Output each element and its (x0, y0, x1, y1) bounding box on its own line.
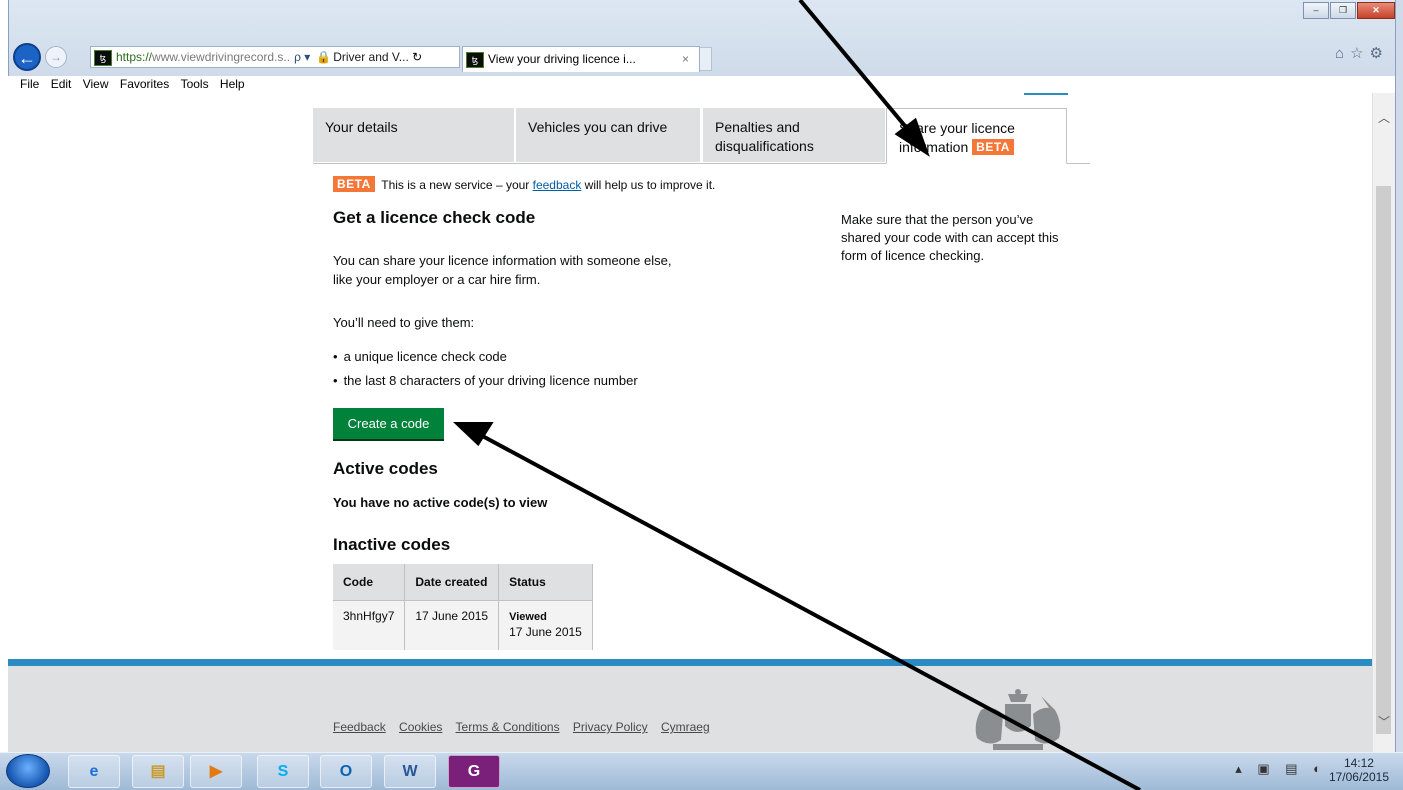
tab-share-licence[interactable]: Share your licence information BETA (886, 108, 1067, 164)
browser-chrome: ← → ꜩ https://www.viewdrivingrecord.s.. ρ … (8, 0, 1403, 93)
footer-link-cymraeg[interactable]: Cymraeg (661, 720, 710, 734)
intro-text: You can share your licence information w… (333, 253, 672, 287)
column-header-status: Status (498, 564, 593, 601)
cell-code: 3hnHfgy7 (333, 600, 406, 650)
tab-penalties[interactable]: Penalties and disqualifications (703, 108, 885, 162)
footer-link-privacy[interactable]: Privacy Policy (573, 720, 648, 734)
menu-bar: File Edit View Favorites Tools Help (8, 76, 1403, 93)
inactive-codes-table: Code Date created Status 3hnHfgy7 17 Jun… (333, 564, 593, 650)
tab-label: Vehicles you can drive (528, 119, 668, 135)
column-header-date: Date created (404, 564, 500, 601)
lock-icon[interactable]: 🔒 (316, 50, 331, 64)
column-header-code: Code (333, 564, 406, 601)
scrollbar-thumb[interactable] (1376, 186, 1391, 734)
address-host: www.viewdrivingrecord.s.. (152, 50, 291, 64)
tray-icons[interactable]: ▴ ▣ ▤ ◐ (1235, 762, 1327, 776)
need-to-give-text: You’ll need to give them: (333, 315, 475, 330)
window-controls: – ❐ ✕ (1302, 2, 1395, 19)
refresh-icon[interactable]: ↻ (412, 50, 422, 64)
address-bar[interactable]: ꜩ https://www.viewdrivingrecord.s.. ρ ▾ 🔒 Dr… (90, 46, 460, 68)
phase-banner: BETA This is a new service – your feedba… (333, 176, 715, 192)
sidebar-note: Make sure that the person you’ve shared … (841, 212, 1059, 263)
list-item: the last 8 characters of your driving li… (333, 369, 638, 393)
forward-button[interactable]: → (45, 46, 67, 68)
window-border (1395, 0, 1403, 752)
phase-text-before: This is a new service – your (381, 178, 533, 192)
word-icon[interactable]: W (384, 755, 436, 788)
vertical-scrollbar[interactable]: ︿ ﹀ (1372, 93, 1395, 752)
back-button[interactable]: ← (13, 43, 41, 71)
scroll-down-icon[interactable]: ﹀ (1378, 713, 1390, 730)
footer-link-feedback[interactable]: Feedback (333, 720, 386, 734)
top-link-underline (1024, 93, 1068, 95)
licence-tabs: Your details Vehicles you can drive Pena… (313, 108, 1090, 164)
new-tab-button[interactable] (700, 47, 712, 71)
create-code-button[interactable]: Create a code (333, 408, 444, 439)
scroll-up-icon[interactable]: ︿ (1378, 109, 1390, 126)
home-favorites-settings-icons[interactable]: ⌂☆⚙ (1335, 44, 1389, 62)
pdf-icon[interactable]: G (448, 755, 500, 788)
clock-date[interactable]: 17/06/2015 (1329, 770, 1389, 784)
menu-favorites[interactable]: Favorites (120, 77, 169, 91)
page-title: Get a licence check code (333, 208, 536, 227)
menu-tools[interactable]: Tools (181, 77, 209, 91)
tab-title: View your driving licence i... (488, 52, 636, 66)
footer-link-terms[interactable]: Terms & Conditions (456, 720, 560, 734)
restore-button[interactable]: ❐ (1330, 2, 1356, 19)
status-label: Viewed (509, 611, 547, 623)
footer-link-cookies[interactable]: Cookies (399, 720, 442, 734)
menu-help[interactable]: Help (220, 77, 245, 91)
tab-label: Your details (325, 119, 398, 135)
internet-explorer-icon[interactable]: e (68, 755, 120, 788)
cell-status: Viewed 17 June 2015 (498, 600, 593, 650)
media-player-icon[interactable]: ▶ (190, 755, 242, 788)
footer-top-border (8, 659, 1372, 666)
list-item: a unique licence check code (333, 345, 638, 369)
skype-icon[interactable]: S (257, 755, 309, 788)
phase-tag: BETA (333, 176, 375, 192)
site-identity[interactable]: Driver and V... (333, 50, 409, 64)
close-window-button[interactable]: ✕ (1357, 2, 1395, 19)
tab-your-details[interactable]: Your details (313, 108, 514, 162)
clock-time[interactable]: 14:12 (1329, 756, 1389, 770)
site-favicon-icon: ꜩ (94, 49, 112, 66)
inactive-codes-heading: Inactive codes (333, 535, 451, 554)
browser-tab-active[interactable]: ꜩ View your driving licence i... × (462, 46, 700, 72)
requirements-list: a unique licence check code the last 8 c… (333, 345, 638, 393)
page-footer: Feedback Cookies Terms & Conditions Priv… (8, 666, 1372, 752)
cell-date: 17 June 2015 (404, 600, 500, 650)
start-button[interactable] (6, 754, 50, 788)
beta-tag: BETA (972, 139, 1014, 155)
minimize-button[interactable]: – (1303, 2, 1329, 19)
footer-links: Feedback Cookies Terms & Conditions Priv… (333, 720, 720, 734)
table-header-row: Code Date created Status (333, 564, 593, 601)
file-explorer-icon[interactable]: ▤ (132, 755, 184, 788)
menu-edit[interactable]: Edit (51, 77, 72, 91)
tab-vehicles[interactable]: Vehicles you can drive (516, 108, 700, 162)
outlook-icon[interactable]: O (320, 755, 372, 788)
tab-favicon-icon: ꜩ (466, 51, 484, 68)
search-dropdown-icon[interactable]: ρ ▾ (294, 50, 310, 64)
tab-close-icon[interactable]: × (682, 47, 689, 71)
no-active-codes-text: You have no active code(s) to view (333, 495, 548, 510)
table-row: 3hnHfgy7 17 June 2015 Viewed 17 June 2015 (333, 600, 593, 650)
title-bar: ← → ꜩ https://www.viewdrivingrecord.s.. ρ … (8, 0, 1403, 76)
status-date: 17 June 2015 (509, 625, 582, 639)
phase-text-after: will help us to improve it. (581, 178, 716, 192)
menu-file[interactable]: File (20, 77, 39, 91)
royal-coat-of-arms-icon (975, 689, 1061, 750)
active-codes-heading: Active codes (333, 459, 438, 478)
page-viewport: Your details Vehicles you can drive Pena… (8, 93, 1372, 752)
system-tray: ▴ ▣ ▤ ◐ 14:12 17/06/2015 (1235, 756, 1389, 784)
menu-view[interactable]: View (83, 77, 109, 91)
windows-taskbar: e ▤ ▶ S O W G ▴ ▣ ▤ ◐ 14:12 17/06/2015 (0, 752, 1403, 790)
tab-label: Penalties and disqualifications (715, 119, 814, 154)
feedback-link[interactable]: feedback (533, 178, 582, 192)
address-scheme: https:// (116, 50, 153, 64)
